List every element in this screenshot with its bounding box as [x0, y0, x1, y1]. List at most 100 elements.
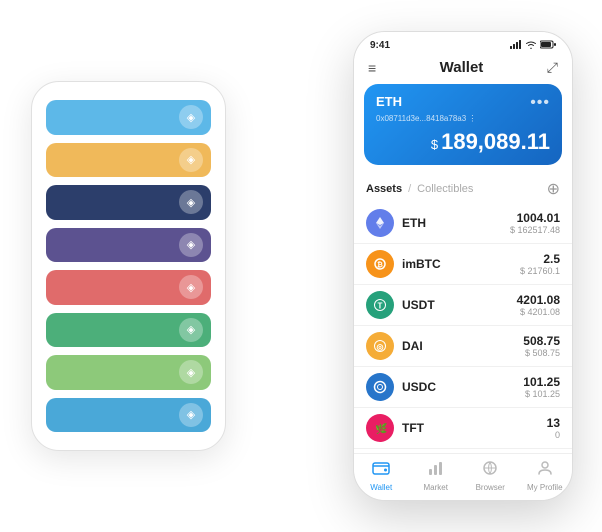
tab-divider: / — [408, 183, 411, 195]
eth-asset-info: ETH — [402, 216, 510, 230]
tft-asset-values: 13 0 — [547, 416, 560, 440]
eth-card-top: ETH ••• — [376, 94, 550, 112]
browser-nav-label: Browser — [476, 483, 505, 492]
browser-nav-icon — [481, 460, 499, 481]
card-icon-3: ◈ — [179, 190, 203, 214]
tab-collectibles[interactable]: Collectibles — [417, 183, 473, 195]
svg-text:🌿: 🌿 — [375, 422, 387, 435]
card-bar-2: ◈ — [46, 143, 211, 178]
card-bar-5: ◈ — [46, 270, 211, 305]
eth-address: 0x08711d3e...8418a78a3 ⋮ — [376, 114, 550, 123]
usdc-asset-icon — [366, 373, 394, 401]
usdc-asset-amount: 101.25 — [523, 375, 560, 389]
usdt-asset-values: 4201.08 $ 4201.08 — [517, 293, 560, 317]
eth-asset-values: 1004.01 $ 162517.48 — [510, 211, 560, 235]
card-icon-5: ◈ — [179, 275, 203, 299]
card-icon-4: ◈ — [179, 233, 203, 257]
eth-asset-name: ETH — [402, 216, 510, 230]
page-title: Wallet — [440, 59, 484, 76]
add-asset-button[interactable]: ⊕ — [547, 179, 560, 199]
card-icon-7: ◈ — [179, 360, 203, 384]
phone-header: ≡ Wallet ⤢ — [354, 55, 572, 84]
usdt-asset-name: USDT — [402, 298, 517, 312]
asset-row-imbtc[interactable]: ₿ imBTC 2.5 $ 21760.1 — [354, 244, 572, 285]
usdt-asset-amount: 4201.08 — [517, 293, 560, 307]
card-icon-6: ◈ — [179, 318, 203, 342]
nav-wallet[interactable]: Wallet — [354, 460, 409, 492]
card-bar-8: ◈ — [46, 398, 211, 433]
usdc-asset-name: USDC — [402, 380, 523, 394]
wallet-nav-icon — [372, 460, 390, 481]
usdt-asset-info: USDT — [402, 298, 517, 312]
usdc-asset-values: 101.25 $ 101.25 — [523, 375, 560, 399]
tft-asset-name: TFT — [402, 421, 547, 435]
eth-options-button[interactable]: ••• — [530, 94, 550, 112]
usdc-asset-usd: $ 101.25 — [523, 389, 560, 399]
imbtc-asset-name: imBTC — [402, 257, 520, 271]
tab-assets[interactable]: Assets — [366, 183, 402, 195]
asset-row-tft[interactable]: 🌿 TFT 13 0 — [354, 408, 572, 449]
currency-symbol: $ — [431, 137, 438, 152]
status-icons — [510, 40, 556, 51]
asset-list: ETH 1004.01 $ 162517.48 ₿ imBTC — [354, 203, 572, 453]
card-icon-2: ◈ — [179, 148, 203, 172]
svg-text:₿: ₿ — [377, 261, 383, 269]
tft-asset-info: TFT — [402, 421, 547, 435]
dai-asset-values: 508.75 $ 508.75 — [523, 334, 560, 358]
asset-row-usdc[interactable]: USDC 101.25 $ 101.25 — [354, 367, 572, 408]
scene: ◈ ◈ ◈ ◈ ◈ ◈ ◈ ◈ 9:41 — [11, 11, 591, 521]
card-icon-8: ◈ — [179, 403, 203, 427]
card-icon-1: ◈ — [179, 105, 203, 129]
bg-phone: ◈ ◈ ◈ ◈ ◈ ◈ ◈ ◈ — [31, 81, 226, 451]
signal-icon — [510, 40, 522, 51]
nav-market[interactable]: Market — [409, 460, 464, 492]
asset-row-eth[interactable]: ETH 1004.01 $ 162517.48 — [354, 203, 572, 244]
dai-asset-amount: 508.75 — [523, 334, 560, 348]
profile-nav-label: My Profile — [527, 483, 563, 492]
dai-asset-usd: $ 508.75 — [523, 348, 560, 358]
wallet-nav-label: Wallet — [370, 483, 392, 492]
nav-profile[interactable]: My Profile — [518, 460, 573, 492]
battery-icon — [540, 40, 556, 51]
tft-asset-icon: 🌿 — [366, 414, 394, 442]
card-bar-7: ◈ — [46, 355, 211, 390]
eth-asset-amount: 1004.01 — [510, 211, 560, 225]
eth-label: ETH — [376, 94, 402, 109]
assets-header: Assets / Collectibles ⊕ — [354, 173, 572, 203]
assets-tabs: Assets / Collectibles — [366, 183, 473, 195]
imbtc-asset-icon: ₿ — [366, 250, 394, 278]
usdt-asset-icon: T — [366, 291, 394, 319]
bottom-nav: Wallet Market Browser My Profile — [354, 453, 572, 500]
status-bar: 9:41 — [354, 32, 572, 55]
wifi-icon — [525, 40, 537, 51]
phone-content: ETH ••• 0x08711d3e...8418a78a3 ⋮ $189,08… — [354, 84, 572, 453]
status-time: 9:41 — [370, 40, 390, 51]
eth-balance: $189,089.11 — [376, 129, 550, 155]
nav-browser[interactable]: Browser — [463, 460, 518, 492]
card-bar-6: ◈ — [46, 313, 211, 348]
svg-text:◎: ◎ — [377, 343, 384, 352]
usdc-asset-info: USDC — [402, 380, 523, 394]
market-nav-label: Market — [424, 483, 448, 492]
market-nav-icon — [427, 460, 445, 481]
eth-card[interactable]: ETH ••• 0x08711d3e...8418a78a3 ⋮ $189,08… — [364, 84, 562, 165]
menu-button[interactable]: ≡ — [368, 60, 376, 76]
profile-nav-icon — [536, 460, 554, 481]
dai-asset-name: DAI — [402, 339, 523, 353]
imbtc-asset-usd: $ 21760.1 — [520, 266, 560, 276]
card-bar-4: ◈ — [46, 228, 211, 263]
imbtc-asset-values: 2.5 $ 21760.1 — [520, 252, 560, 276]
svg-text:T: T — [378, 302, 383, 311]
expand-button[interactable]: ⤢ — [547, 59, 558, 76]
tft-asset-amount: 13 — [547, 416, 560, 430]
card-bar-1: ◈ — [46, 100, 211, 135]
usdt-asset-usd: $ 4201.08 — [517, 307, 560, 317]
card-bar-3: ◈ — [46, 185, 211, 220]
tft-asset-usd: 0 — [547, 430, 560, 440]
eth-asset-usd: $ 162517.48 — [510, 225, 560, 235]
fg-phone: 9:41 — [353, 31, 573, 501]
asset-row-dai[interactable]: ◎ DAI 508.75 $ 508.75 — [354, 326, 572, 367]
eth-asset-icon — [366, 209, 394, 237]
asset-row-usdt[interactable]: T USDT 4201.08 $ 4201.08 — [354, 285, 572, 326]
dai-asset-icon: ◎ — [366, 332, 394, 360]
